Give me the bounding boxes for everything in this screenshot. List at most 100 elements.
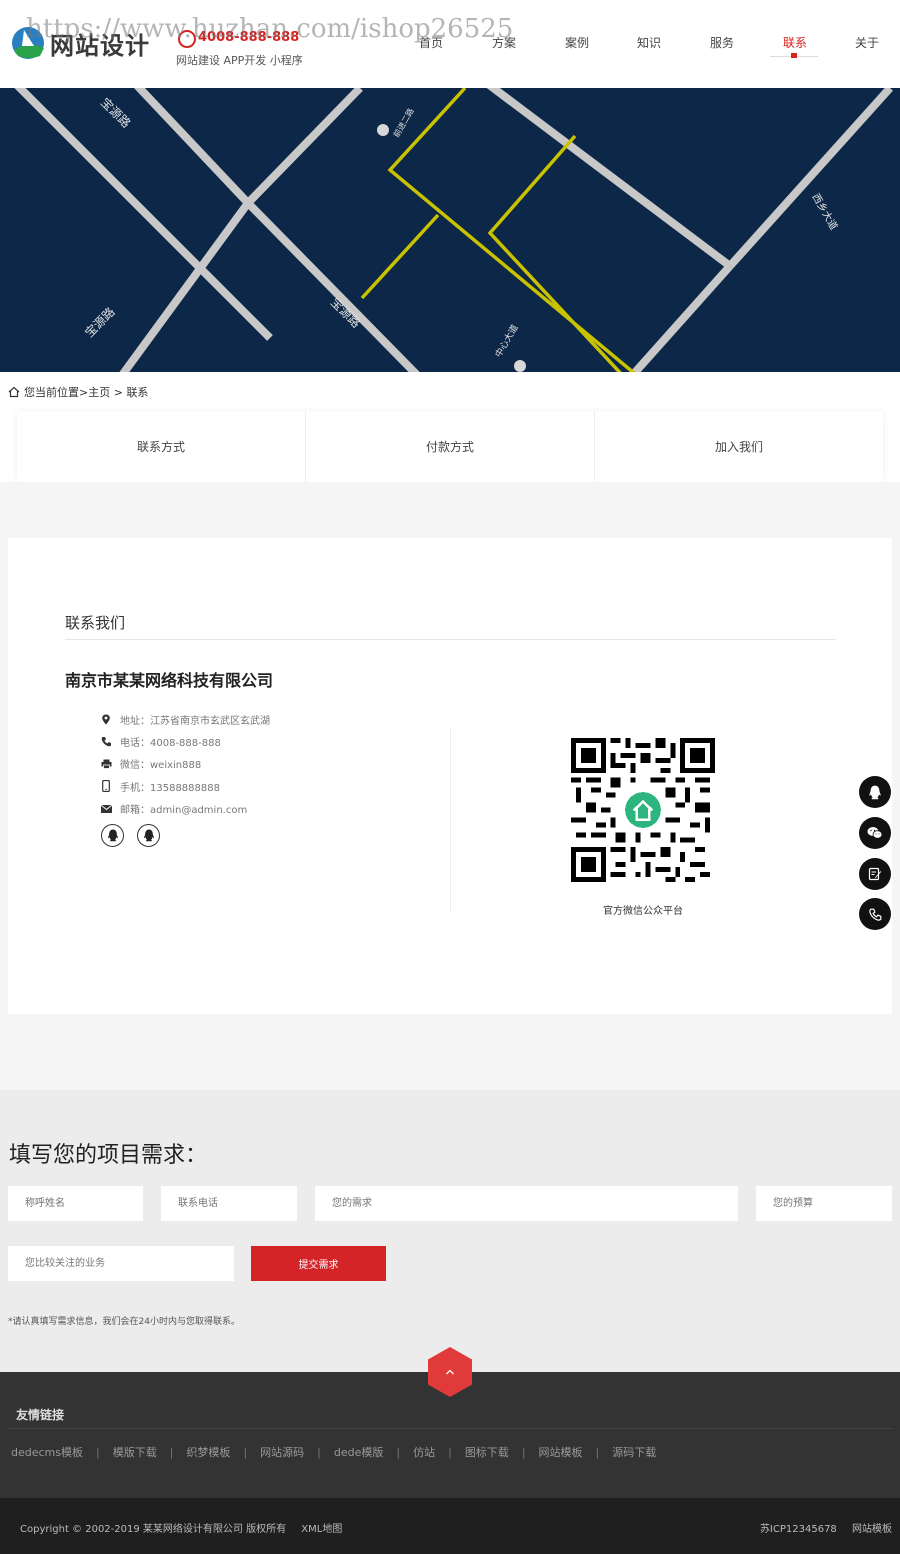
list-item: 微信：weixin888: [100, 753, 270, 775]
map-pin-icon: [100, 713, 112, 725]
friend-link[interactable]: 仿站: [413, 1444, 435, 1460]
copyright-text: Copyright © 2002-2019 某某网络设计有限公司 版权所有: [20, 1524, 287, 1535]
wechat-icon: [867, 827, 883, 839]
nav-item-service[interactable]: 服务: [697, 34, 747, 51]
breadcrumb: 您当前位置> 主页 > 联系: [8, 384, 148, 400]
phone-icon: [868, 908, 881, 921]
qq-icon: [143, 829, 154, 842]
nav-item-cases[interactable]: 案例: [552, 34, 602, 51]
breadcrumb-separator: >: [110, 385, 127, 399]
link-separator: |: [396, 1445, 401, 1459]
submit-button[interactable]: 提交需求: [251, 1246, 386, 1281]
back-to-top-button[interactable]: [427, 1346, 473, 1398]
list-item: 地址：江苏省南京市玄武区玄武湖: [100, 708, 270, 730]
mobile-icon: [100, 780, 112, 793]
project-form-section: 填写您的项目需求： 提交需求 *请认真填写需求信息，我们会在24小时内与您取得联…: [0, 1090, 900, 1372]
friend-link[interactable]: dede模版: [334, 1444, 384, 1460]
business-input[interactable]: [8, 1246, 234, 1281]
friend-link[interactable]: 网站模板: [539, 1444, 583, 1460]
friend-links: dedecms模板 | 模版下载 | 织梦模板 | 网站源码 | dede模版 | 仿站 |…: [11, 1444, 656, 1460]
budget-input[interactable]: [756, 1186, 892, 1221]
copyright: Copyright © 2002-2019 某某网络设计有限公司 版权所有 XM…: [20, 1520, 342, 1535]
contact-info-list: 地址：江苏省南京市玄武区玄武湖 电话：4008-888-888 微信：weixi…: [100, 708, 270, 820]
link-separator: |: [448, 1445, 452, 1459]
link-separator: |: [317, 1445, 321, 1459]
printer-icon: [100, 758, 112, 770]
sitemap-link[interactable]: XML地图: [301, 1524, 342, 1535]
map-label: 宝源路: [98, 95, 134, 131]
float-qq-button[interactable]: [859, 776, 891, 808]
qr-caption: 官方微信公众平台: [603, 906, 683, 917]
address-text: 地址：江苏省南京市玄武区玄武湖: [120, 715, 270, 727]
bottom-links: 苏ICP12345678 网站模板: [748, 1520, 892, 1535]
link-separator: |: [96, 1445, 100, 1459]
main-nav: 首页 方案 案例 知识 服务 联系 关于: [400, 34, 900, 56]
nav-item-solutions[interactable]: 方案: [479, 34, 529, 51]
mobile-text: 手机：13588888888: [120, 782, 220, 794]
phone-input[interactable]: [161, 1186, 297, 1221]
list-item: 电话：4008-888-888: [100, 730, 270, 752]
section-title: 联系我们: [65, 614, 126, 632]
wechat-text: 微信：weixin888: [120, 760, 202, 772]
company-name: 南京市某某网络科技有限公司: [65, 671, 274, 690]
edit-icon: [868, 867, 881, 881]
mail-icon: [100, 803, 112, 815]
float-message-button[interactable]: [859, 858, 891, 890]
nav-item-knowledge[interactable]: 知识: [624, 34, 674, 51]
form-note: *请认真填写需求信息，我们会在24小时内与您取得联系。: [8, 1317, 240, 1327]
bottom-bar: Copyright © 2002-2019 某某网络设计有限公司 版权所有 XM…: [0, 1498, 900, 1554]
contact-card: 联系我们 南京市某某网络科技有限公司 地址：江苏省南京市玄武区玄武湖 电话：40…: [8, 538, 892, 1014]
link-separator: |: [169, 1445, 174, 1459]
tel-text: 电话：4008-888-888: [120, 738, 221, 750]
friend-link[interactable]: 织梦模板: [186, 1444, 230, 1460]
map-label: 中心大道: [492, 322, 520, 359]
email-text[interactable]: 邮箱：admin@admin.com: [120, 801, 247, 816]
divider: [8, 1428, 892, 1429]
qq-button-2[interactable]: [137, 824, 160, 847]
divider: [65, 639, 836, 640]
qq-icon: [869, 785, 881, 799]
qq-button-1[interactable]: [101, 824, 124, 847]
name-input[interactable]: [8, 1186, 143, 1221]
qq-icon: [107, 829, 118, 842]
tab-contact-methods[interactable]: 联系方式: [17, 411, 306, 482]
contact-tabs: 联系方式 付款方式 加入我们: [17, 411, 883, 482]
nav-item-home[interactable]: 首页: [406, 34, 456, 51]
link-separator: |: [243, 1445, 248, 1459]
home-icon: [8, 386, 20, 398]
float-phone-button[interactable]: [859, 898, 891, 930]
list-item: 邮箱：admin@admin.com: [100, 798, 270, 820]
link-separator: |: [595, 1445, 600, 1459]
friend-links-title: 友情链接: [16, 1408, 65, 1422]
breadcrumb-current: 联系: [126, 386, 149, 399]
link-separator: |: [521, 1445, 526, 1459]
header-slogan: 网站建设 APP开发 小程序: [176, 54, 303, 67]
nav-active-indicator: [791, 53, 797, 58]
demand-input[interactable]: [315, 1186, 738, 1221]
phone-icon: [100, 736, 112, 748]
nav-item-about[interactable]: 关于: [842, 34, 892, 51]
site-template-link[interactable]: 网站模板: [852, 1524, 892, 1535]
map-label: 西乡大道: [809, 191, 840, 232]
nav-item-contact[interactable]: 联系: [770, 34, 820, 51]
friend-link[interactable]: 源码下载: [612, 1444, 656, 1460]
wechat-qr-code: [571, 738, 715, 882]
site-header: 网站设计 4008-888-888 网站建设 APP开发 小程序 https:/…: [0, 0, 900, 88]
friend-link[interactable]: 网站源码: [260, 1444, 304, 1460]
divider: [450, 728, 451, 912]
tab-join-us[interactable]: 加入我们: [595, 411, 883, 482]
breadcrumb-prefix: 您当前位置>: [24, 386, 89, 399]
qq-links: [101, 824, 160, 847]
float-wechat-button[interactable]: [859, 817, 891, 849]
friend-link[interactable]: 模版下载: [113, 1444, 157, 1460]
breadcrumb-home-link[interactable]: 主页: [88, 384, 110, 400]
map-label: 前进二路: [391, 106, 416, 139]
list-item: 手机：13588888888: [100, 775, 270, 797]
form-title: 填写您的项目需求：: [9, 1143, 208, 1168]
friend-link[interactable]: 图标下载: [465, 1444, 509, 1460]
map-banner: 宝源路 宝源路 宝源路 西乡大道 中心大道 前进二路: [0, 88, 900, 372]
icp-link[interactable]: 苏ICP12345678: [760, 1524, 837, 1535]
map-label: 宝源路: [82, 304, 118, 340]
friend-link[interactable]: dedecms模板: [11, 1444, 83, 1460]
tab-payment-methods[interactable]: 付款方式: [306, 411, 595, 482]
